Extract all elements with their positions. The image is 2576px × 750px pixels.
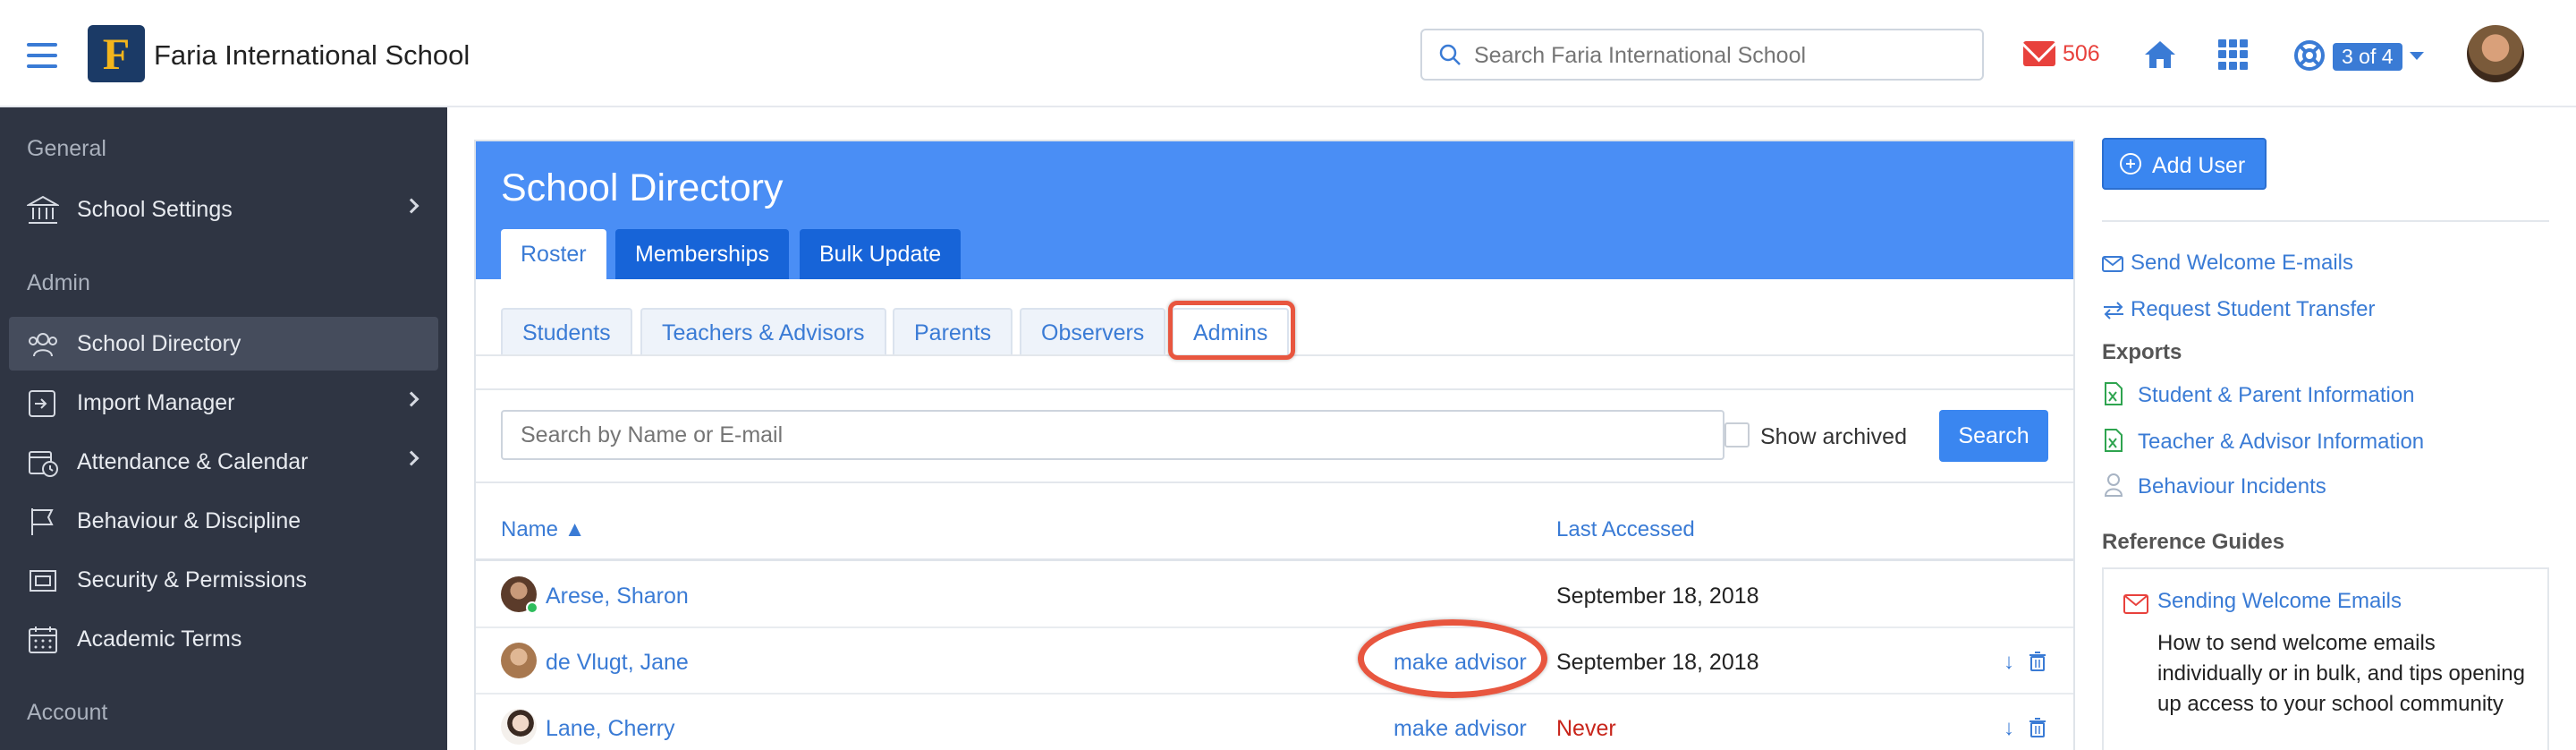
home-icon[interactable] xyxy=(2143,39,2177,70)
export-teacher-advisor-link[interactable]: Teacher & Advisor Information xyxy=(2138,430,2424,455)
users-icon xyxy=(29,333,57,357)
column-header-last-accessed[interactable]: Last Accessed xyxy=(1556,517,1695,542)
sidebar-item-behaviour-discipline[interactable]: Behaviour & Discipline xyxy=(9,494,438,548)
transfer-icon xyxy=(2104,302,2123,320)
apps-grid-icon[interactable] xyxy=(2218,39,2249,70)
sidebar-item-school-directory[interactable]: School Directory xyxy=(9,317,438,371)
chevron-right-icon xyxy=(403,450,419,466)
avatar xyxy=(501,709,537,745)
chevron-right-icon xyxy=(403,391,419,407)
directory-banner: School Directory Roster Memberships Bulk… xyxy=(476,141,2073,279)
admins-highlight-annotation xyxy=(1168,301,1295,360)
sidebar-section-admin: Admin xyxy=(27,270,90,295)
table-header-divider xyxy=(476,558,2073,561)
guide-description: How to send welcome emails individually … xyxy=(2157,631,2525,716)
mail-icon[interactable] xyxy=(2023,41,2055,66)
excel-file-icon xyxy=(2105,382,2123,405)
calendar-clock-icon xyxy=(29,451,58,477)
sidebar-item-label: School Directory xyxy=(77,331,242,356)
school-logo[interactable]: F xyxy=(88,25,145,82)
make-advisor-link[interactable]: make advisor xyxy=(1394,716,1527,742)
avatar xyxy=(501,643,537,678)
tab-bulk-update[interactable]: Bulk Update xyxy=(800,229,962,279)
trash-icon[interactable] xyxy=(2029,718,2046,737)
person-outline-icon xyxy=(2104,473,2123,497)
sidebar-section-general: General xyxy=(27,136,106,161)
trash-icon[interactable] xyxy=(2029,652,2046,671)
sidebar-item-academic-terms[interactable]: Academic Terms xyxy=(9,612,438,666)
page-title: School Directory xyxy=(501,166,784,209)
sidebar-item-label: School Settings xyxy=(77,197,233,222)
sidebar-item-label: Behaviour & Discipline xyxy=(77,508,301,533)
make-advisor-highlight-annotation xyxy=(1358,619,1547,698)
subtab-teachers-advisors[interactable]: Teachers & Advisors xyxy=(640,308,886,354)
import-icon xyxy=(29,390,55,417)
user-name-link[interactable]: de Vlugt, Jane xyxy=(546,650,689,676)
sidebar-item-school-settings[interactable]: School Settings xyxy=(9,183,438,236)
excel-file-icon xyxy=(2105,429,2123,452)
send-welcome-emails-link[interactable]: Send Welcome E-mails xyxy=(2131,251,2353,276)
sidebar-item-attendance-calendar[interactable]: Attendance & Calendar xyxy=(9,435,438,489)
show-archived-checkbox[interactable] xyxy=(1724,422,1750,447)
global-search[interactable] xyxy=(1420,29,1984,81)
last-accessed-value: Never xyxy=(1556,716,1616,741)
help-progress-badge[interactable]: 3 of 4 xyxy=(2333,43,2402,71)
hamburger-menu-icon[interactable] xyxy=(27,43,57,68)
search-button[interactable]: Search xyxy=(1939,410,2048,462)
envelope-outline-icon xyxy=(2102,256,2123,272)
export-student-parent-link[interactable]: Student & Parent Information xyxy=(2138,383,2415,408)
user-avatar[interactable] xyxy=(2467,25,2524,82)
sidebar-item-label: Import Manager xyxy=(77,390,235,415)
sidebar-section-account: Account xyxy=(27,700,108,725)
search-icon xyxy=(1439,44,1461,65)
tab-memberships[interactable]: Memberships xyxy=(615,229,790,279)
subtab-observers[interactable]: Observers xyxy=(1020,308,1166,354)
school-name[interactable]: Faria International School xyxy=(154,39,470,72)
guide-title-link[interactable]: Sending Welcome Emails xyxy=(2157,589,2402,614)
exports-heading: Exports xyxy=(2102,340,2182,364)
bank-icon xyxy=(27,195,59,224)
sidebar-item-security-permissions[interactable]: Security & Permissions xyxy=(9,553,438,607)
subtab-students[interactable]: Students xyxy=(501,308,632,354)
last-accessed-value: September 18, 2018 xyxy=(1556,584,1759,609)
table-row: Lane, Cherry make advisor Never ↓ xyxy=(476,695,2073,750)
user-name-link[interactable]: Lane, Cherry xyxy=(546,716,675,742)
right-panel-divider xyxy=(2102,220,2549,222)
sidebar-item-import-manager[interactable]: Import Manager xyxy=(9,376,438,430)
tab-roster[interactable]: Roster xyxy=(501,229,606,279)
export-behaviour-incidents-link[interactable]: Behaviour Incidents xyxy=(2138,474,2326,499)
chevron-right-icon xyxy=(403,198,419,214)
table-row: de Vlugt, Jane make advisor September 18… xyxy=(476,628,2073,695)
arrow-down-icon[interactable]: ↓ xyxy=(2004,650,2014,675)
add-user-label: Add User xyxy=(2152,153,2246,178)
envelope-outline-icon xyxy=(2123,594,2148,614)
reference-guides-heading: Reference Guides xyxy=(2102,530,2285,554)
flag-icon xyxy=(31,508,54,535)
global-search-input[interactable] xyxy=(1474,36,1975,75)
last-accessed-value: September 18, 2018 xyxy=(1556,650,1759,675)
sidebar: General School Settings Admin School Dir… xyxy=(0,107,447,750)
user-name-link[interactable]: Arese, Sharon xyxy=(546,584,689,609)
show-archived-label[interactable]: Show archived xyxy=(1760,424,1907,450)
sidebar-item-label: Security & Permissions xyxy=(77,567,308,592)
add-user-button[interactable]: Add User xyxy=(2102,138,2267,190)
column-header-name[interactable]: Name ▲ xyxy=(501,517,585,542)
table-row: Arese, Sharon September 18, 2018 xyxy=(476,562,2073,628)
sidebar-item-label: Attendance & Calendar xyxy=(77,449,309,474)
request-student-transfer-link[interactable]: Request Student Transfer xyxy=(2131,297,2376,322)
reference-guide-card[interactable]: Sending Welcome Emails How to send welco… xyxy=(2102,567,2549,750)
plus-circle-icon xyxy=(2120,153,2141,175)
mail-count[interactable]: 506 xyxy=(2063,41,2100,67)
name-email-search-input[interactable] xyxy=(501,410,1724,460)
online-status-dot xyxy=(526,601,538,614)
shield-icon xyxy=(30,570,56,592)
top-bar: F Faria International School 506 3 of 4 xyxy=(0,0,2576,107)
sidebar-item-label: Academic Terms xyxy=(77,626,242,652)
arrow-down-icon[interactable]: ↓ xyxy=(2004,716,2014,741)
lifebuoy-help-icon[interactable] xyxy=(2293,39,2326,72)
subtab-parents[interactable]: Parents xyxy=(893,308,1013,354)
calendar-icon xyxy=(29,626,57,653)
chevron-down-icon[interactable] xyxy=(2410,52,2424,60)
